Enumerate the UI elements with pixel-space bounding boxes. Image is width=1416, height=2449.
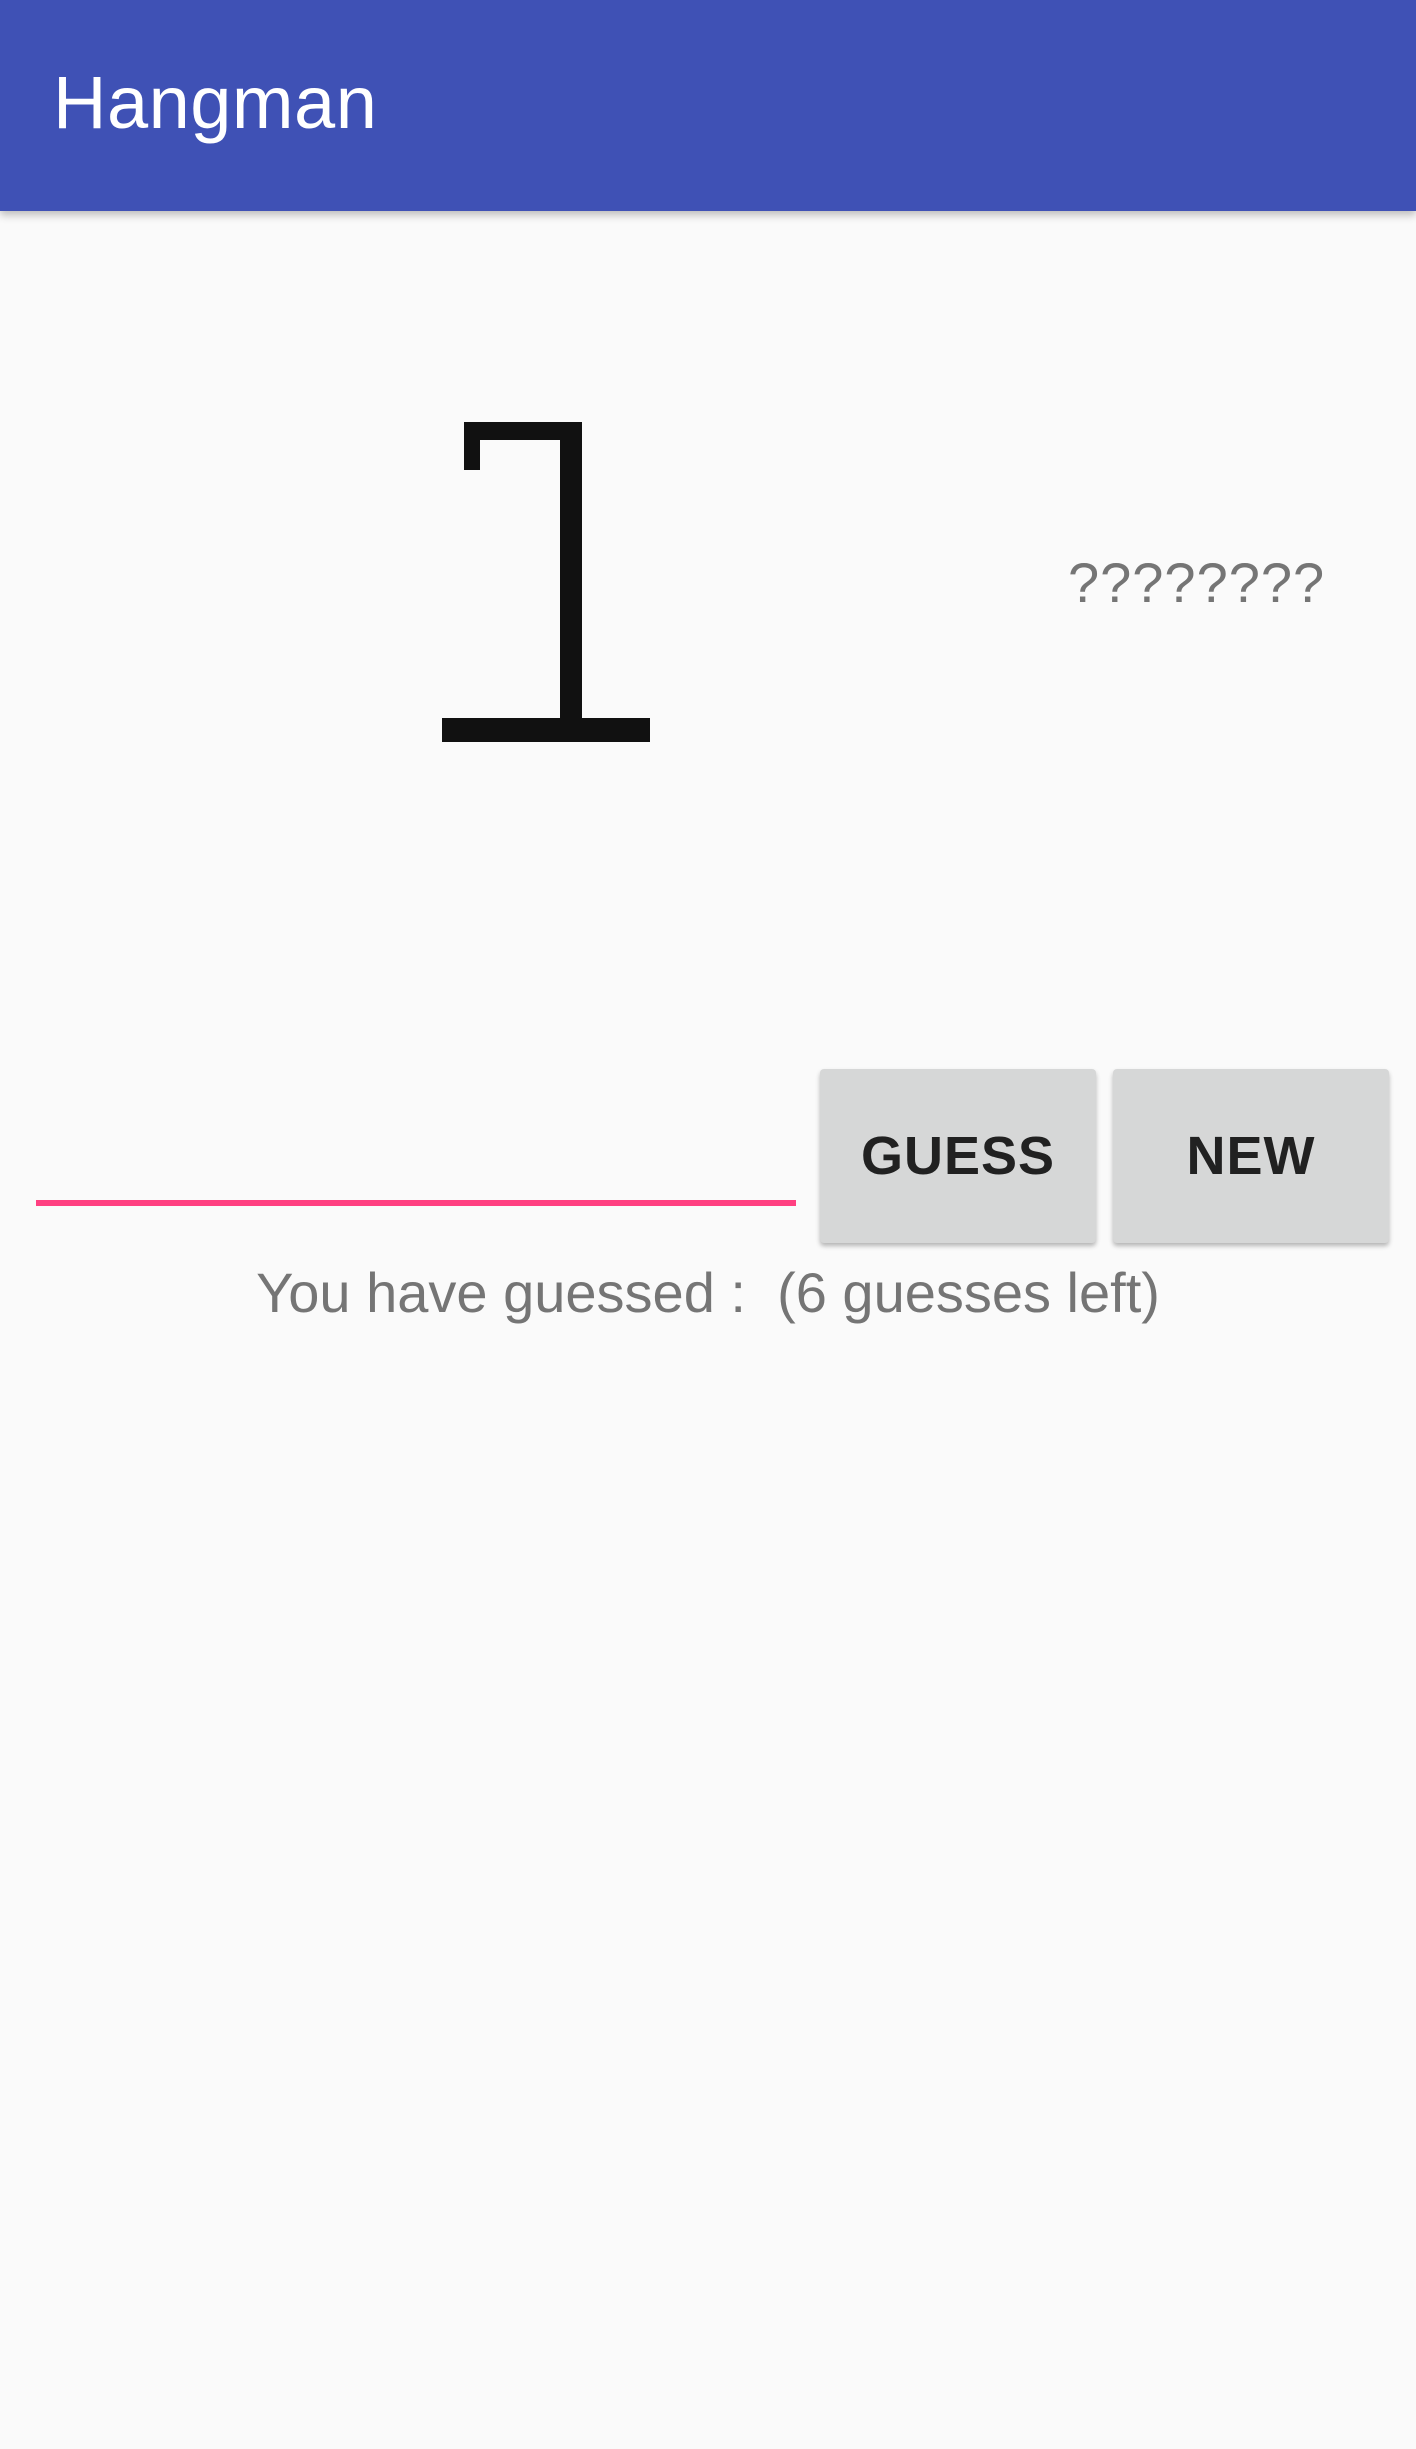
guess-input[interactable]: [36, 1120, 796, 1206]
app-bar: Hangman: [0, 0, 1416, 211]
hidden-word: ????????: [1068, 551, 1326, 614]
guess-button[interactable]: GUESS: [820, 1069, 1096, 1243]
app-title: Hangman: [53, 61, 378, 144]
guessed-letters-status: You have guessed : (6 guesses left): [256, 1261, 1160, 1324]
gallows-image: [430, 410, 670, 760]
new-game-button[interactable]: NEW: [1113, 1069, 1389, 1243]
